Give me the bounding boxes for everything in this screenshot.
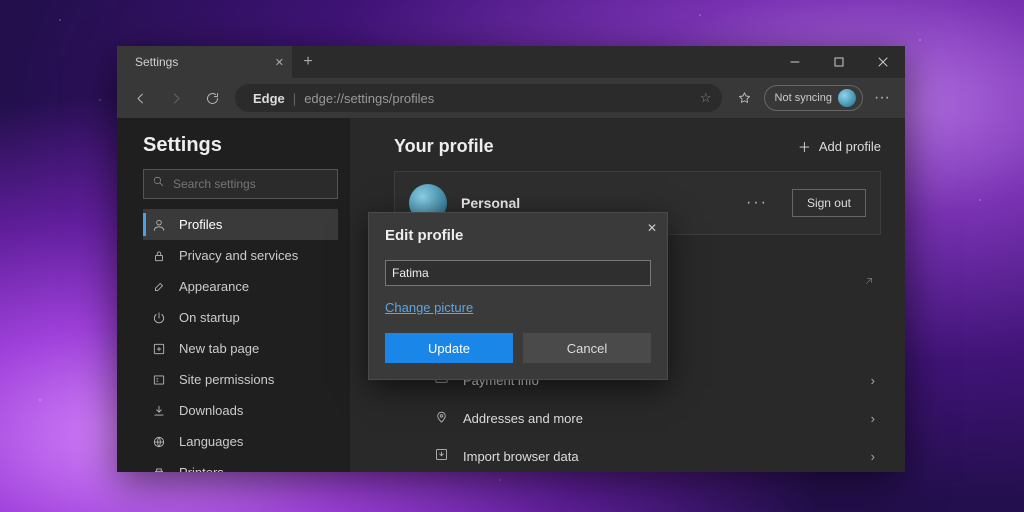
dialog-close-button[interactable]: ✕ bbox=[647, 221, 657, 235]
download-icon bbox=[151, 404, 167, 418]
change-picture-link[interactable]: Change picture bbox=[385, 300, 473, 315]
browser-tab[interactable]: Settings ✕ bbox=[117, 46, 292, 78]
sidebar-item-on-startup[interactable]: On startup bbox=[143, 302, 338, 333]
globe-icon bbox=[151, 435, 167, 449]
add-profile-button[interactable]: ＋ Add profile bbox=[798, 137, 881, 156]
omnibox-brand: Edge bbox=[253, 91, 285, 106]
favorite-icon[interactable]: ☆ bbox=[700, 90, 712, 106]
settings-sidebar: Settings ProfilesPrivacy and servicesApp… bbox=[117, 118, 350, 472]
search-settings[interactable] bbox=[143, 169, 338, 199]
sidebar-item-privacy-and-services[interactable]: Privacy and services bbox=[143, 240, 338, 271]
chevron-right-icon: › bbox=[871, 373, 875, 388]
chevron-right-icon: › bbox=[871, 449, 875, 464]
power-icon bbox=[151, 311, 167, 325]
sign-out-button[interactable]: Sign out bbox=[792, 189, 866, 217]
sidebar-item-new-tab-page[interactable]: New tab page bbox=[143, 333, 338, 364]
minimize-button[interactable] bbox=[773, 46, 817, 78]
sync-label: Not syncing bbox=[775, 92, 832, 104]
tab-close-icon[interactable]: ✕ bbox=[275, 56, 284, 69]
profile-more-button[interactable]: ··· bbox=[746, 194, 768, 212]
sidebar-item-profiles[interactable]: Profiles bbox=[143, 209, 338, 240]
forward-button[interactable] bbox=[159, 82, 193, 114]
sync-status-pill[interactable]: Not syncing bbox=[764, 85, 863, 111]
tab-title: Settings bbox=[135, 55, 178, 69]
profile-name-input[interactable] bbox=[385, 260, 651, 286]
settings-row-import-browser-data[interactable]: Import browser data› bbox=[434, 437, 881, 472]
settings-row-addresses-and-more[interactable]: Addresses and more› bbox=[434, 399, 881, 437]
cancel-button[interactable]: Cancel bbox=[523, 333, 651, 363]
window-controls bbox=[773, 46, 905, 78]
browser-window: Settings ✕ + Edge | edge://settings/prof… bbox=[117, 46, 905, 472]
sidebar-item-appearance[interactable]: Appearance bbox=[143, 271, 338, 302]
close-button[interactable] bbox=[861, 46, 905, 78]
chevron-right-icon: › bbox=[871, 411, 875, 426]
new-tab-button[interactable]: + bbox=[292, 46, 324, 78]
import-icon bbox=[434, 447, 449, 465]
update-button[interactable]: Update bbox=[385, 333, 513, 363]
search-input[interactable] bbox=[173, 177, 329, 191]
toolbar: Edge | edge://settings/profiles ☆ Not sy… bbox=[117, 78, 905, 118]
sidebar-item-downloads[interactable]: Downloads bbox=[143, 395, 338, 426]
pin-icon bbox=[434, 409, 449, 427]
more-button[interactable]: ··· bbox=[865, 82, 899, 114]
edit-profile-dialog: ✕ Edit profile Change picture Update Can… bbox=[368, 212, 668, 380]
address-bar[interactable]: Edge | edge://settings/profiles ☆ bbox=[235, 84, 722, 112]
avatar-icon bbox=[838, 89, 856, 107]
shield-icon bbox=[151, 373, 167, 387]
sidebar-item-printers[interactable]: Printers bbox=[143, 457, 338, 472]
brush-icon bbox=[151, 280, 167, 294]
external-link-icon bbox=[863, 275, 875, 290]
sidebar-item-site-permissions[interactable]: Site permissions bbox=[143, 364, 338, 395]
maximize-button[interactable] bbox=[817, 46, 861, 78]
person-icon bbox=[151, 218, 167, 232]
refresh-button[interactable] bbox=[195, 82, 229, 114]
back-button[interactable] bbox=[123, 82, 157, 114]
sidebar-item-languages[interactable]: Languages bbox=[143, 426, 338, 457]
newtab-icon bbox=[151, 342, 167, 356]
plus-icon: ＋ bbox=[798, 137, 811, 156]
lock-icon bbox=[151, 249, 167, 263]
favorites-button[interactable] bbox=[728, 82, 762, 114]
printer-icon bbox=[151, 466, 167, 473]
sidebar-title: Settings bbox=[143, 134, 338, 157]
titlebar: Settings ✕ + bbox=[117, 46, 905, 78]
page-heading: Your profile bbox=[394, 136, 494, 157]
profile-name: Personal bbox=[461, 195, 520, 211]
dialog-title: Edit profile bbox=[385, 227, 651, 244]
search-icon bbox=[152, 175, 165, 193]
